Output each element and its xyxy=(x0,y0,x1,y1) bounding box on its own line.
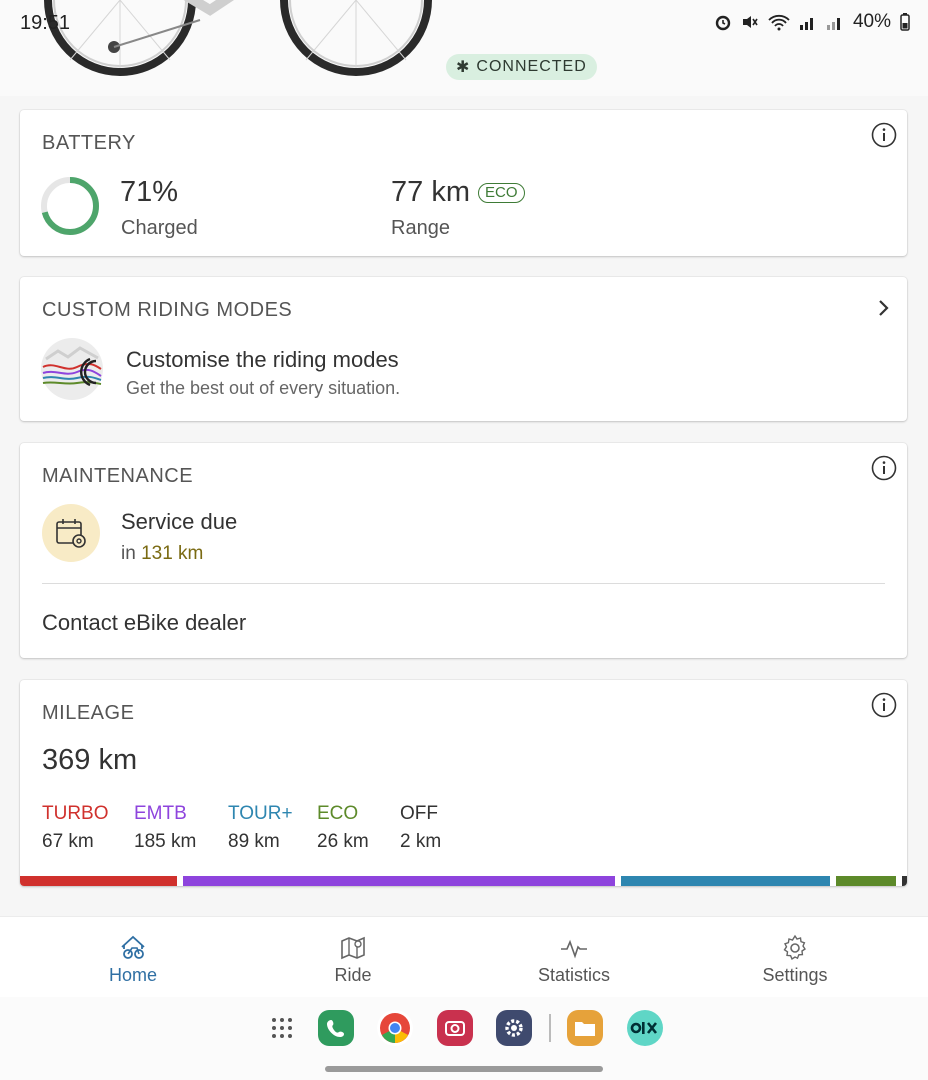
mileage-card: MILEAGE 369 km TURBO 67 km EMTB 185 km TOUR+… xyxy=(20,680,907,886)
mileage-title: MILEAGE xyxy=(42,702,135,724)
mileage-mode-eco: ECO 26 km xyxy=(317,803,400,853)
connection-badge: ✱ CONNECTED xyxy=(446,54,597,80)
bottom-nav: Home Ride Statistics Settings xyxy=(0,916,928,997)
mileage-bar xyxy=(20,876,907,886)
chevron-right-icon xyxy=(879,300,889,316)
service-label: Service due xyxy=(121,509,238,534)
mileage-total: 369 km xyxy=(42,744,138,776)
mileage-mode-off: OFF 2 km xyxy=(400,803,460,853)
nav-label-ride: Ride xyxy=(334,965,372,985)
nav-item-home[interactable]: Home xyxy=(23,917,243,997)
mileage-mode-name: OFF xyxy=(400,803,438,824)
signal-icon xyxy=(799,18,813,30)
service-icon-circle xyxy=(42,504,100,562)
header-area: 19:51 40% ✱ CONNECTED xyxy=(0,0,928,96)
mileage-mode-name: EMTB xyxy=(134,803,187,824)
battery-title: BATTERY xyxy=(42,132,136,154)
mileage-mode-turbo: TURBO 67 km xyxy=(42,803,134,853)
range-mode-badge: ECO xyxy=(477,182,525,203)
nav-label-home: Home xyxy=(108,965,157,985)
nav-item-statistics[interactable]: Statistics xyxy=(464,917,684,997)
nav-item-settings[interactable]: Settings xyxy=(685,917,905,997)
mileage-mode-name: ECO xyxy=(317,803,359,824)
app-drawer-icon[interactable] xyxy=(264,1010,300,1046)
service-distance: in 131 km xyxy=(121,543,203,565)
mileage-bar-segment xyxy=(182,876,616,886)
mileage-mode-value: 89 km xyxy=(228,831,280,852)
mileage-bar-segment xyxy=(902,876,907,886)
mute-icon xyxy=(742,16,758,28)
range-label: Range xyxy=(391,217,450,239)
divider xyxy=(42,583,885,584)
bluetooth-icon: ✱ xyxy=(456,59,471,76)
info-icon[interactable] xyxy=(871,122,897,148)
status-time: 19:51 xyxy=(20,12,71,34)
connection-label: CONNECTED xyxy=(476,58,587,75)
mileage-bar-segment xyxy=(20,876,177,886)
mileage-mode-name: TOUR+ xyxy=(228,803,293,824)
files-icon[interactable] xyxy=(567,1010,603,1046)
camera-icon[interactable] xyxy=(437,1010,473,1046)
service-in-prefix: in xyxy=(121,543,136,564)
calendar-gear-icon xyxy=(56,519,86,548)
info-icon[interactable] xyxy=(871,455,897,481)
home-indicator[interactable] xyxy=(325,1066,603,1072)
riding-modes-title: CUSTOM RIDING MODES xyxy=(42,299,293,321)
alarm-icon xyxy=(715,15,731,31)
riding-modes-icon xyxy=(41,338,103,400)
battery-percent-label: Charged xyxy=(121,217,198,239)
range-value: 77 km xyxy=(391,176,470,208)
riding-modes-subheading: Get the best out of every situation. xyxy=(126,378,401,398)
service-in-value: 131 km xyxy=(141,543,204,564)
battery-percentage: 40% xyxy=(852,11,891,32)
riding-modes-heading: Customise the riding modes xyxy=(126,347,399,372)
battery-ring xyxy=(41,177,99,235)
map-icon xyxy=(341,936,365,960)
nav-label-statistics: Statistics xyxy=(537,965,611,985)
mileage-mode-value: 185 km xyxy=(134,831,197,852)
chrome-icon[interactable] xyxy=(377,1010,413,1046)
dock-divider xyxy=(549,1014,551,1042)
system-dock xyxy=(0,997,928,1080)
mileage-mode-value: 2 km xyxy=(400,831,442,852)
battery-icon xyxy=(900,13,910,31)
mileage-mode-name: TURBO xyxy=(42,803,109,824)
wifi-icon xyxy=(768,14,790,31)
mileage-bar-segment xyxy=(835,876,897,886)
bike-image xyxy=(44,0,432,76)
bike-home-icon xyxy=(121,935,145,959)
status-icons: 40% xyxy=(714,11,910,33)
mileage-bar-segment xyxy=(621,876,830,886)
mileage-mode-emtb: EMTB 185 km xyxy=(134,803,228,853)
nav-item-ride[interactable]: Ride xyxy=(243,917,463,997)
battery-percent: 71% xyxy=(120,176,179,208)
signal-2-icon xyxy=(826,18,840,30)
nav-label-settings: Settings xyxy=(762,965,828,985)
mileage-mode-tour: TOUR+ 89 km xyxy=(228,803,317,853)
riding-modes-card[interactable]: CUSTOM RIDING MODES Customise the riding… xyxy=(20,277,907,421)
phone-icon[interactable] xyxy=(318,1010,354,1046)
battery-card: BATTERY 71% Charged 77 km ECO Range xyxy=(20,110,907,256)
mileage-modes: TURBO 67 km EMTB 185 km TOUR+ 89 km ECO 26 km OF… xyxy=(42,803,460,853)
contact-dealer-link[interactable]: Contact eBike dealer xyxy=(42,610,246,636)
settings-icon[interactable] xyxy=(496,1010,532,1046)
gear-icon xyxy=(783,934,806,961)
info-icon[interactable] xyxy=(871,692,897,718)
mileage-mode-value: 26 km xyxy=(317,831,369,852)
maintenance-card: MAINTENANCE Service due in 131 km Contac… xyxy=(20,443,907,658)
olx-icon[interactable] xyxy=(627,1010,663,1046)
maintenance-title: MAINTENANCE xyxy=(42,465,194,487)
activity-icon xyxy=(561,939,587,959)
mileage-mode-value: 67 km xyxy=(42,831,94,852)
